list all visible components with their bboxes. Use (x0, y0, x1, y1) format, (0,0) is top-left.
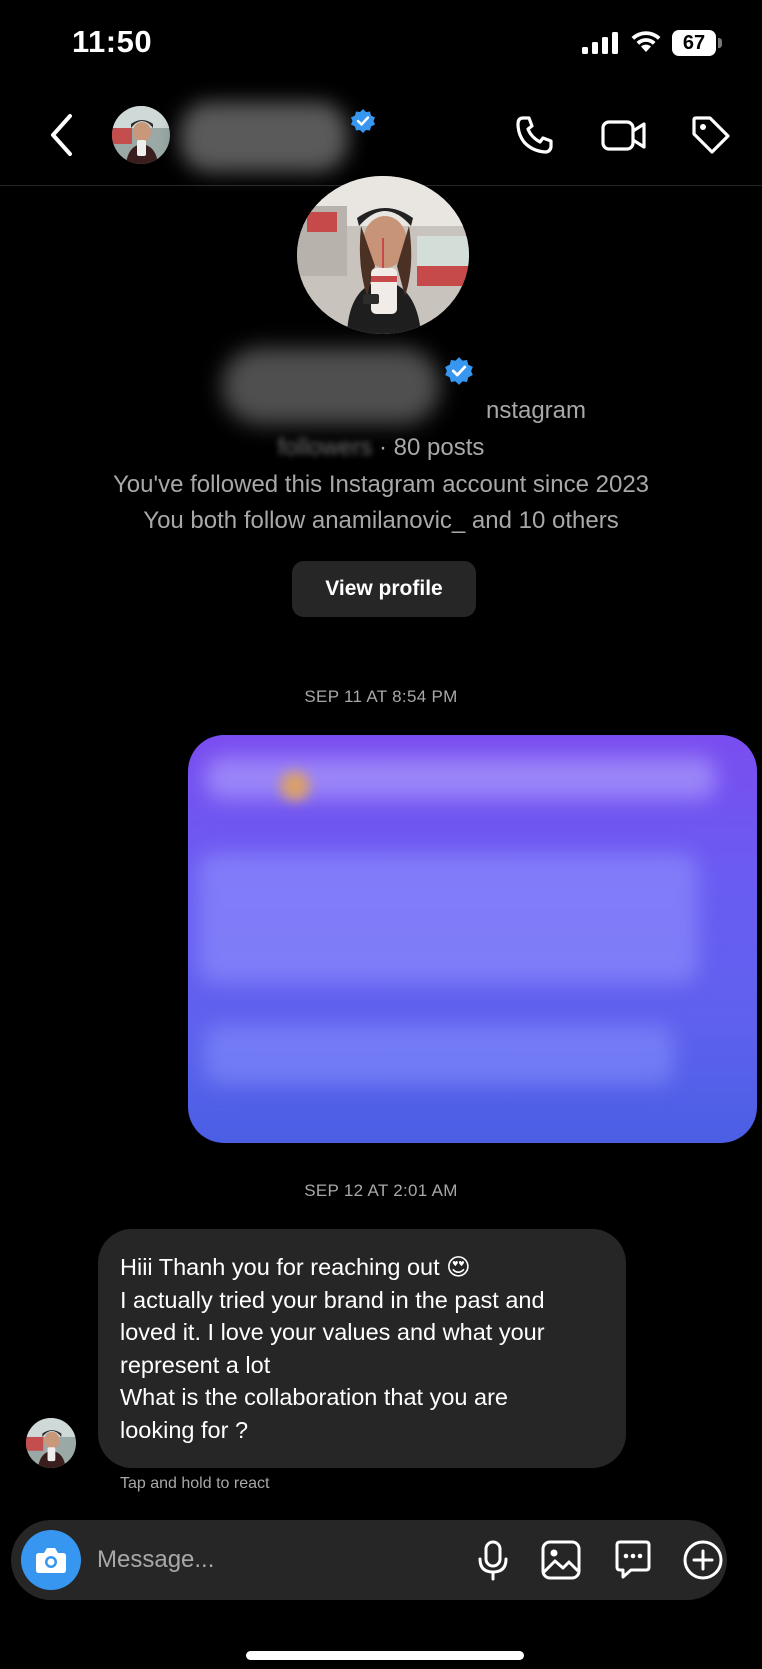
profile-avatar[interactable] (297, 176, 469, 334)
image-icon[interactable] (539, 1538, 583, 1582)
avatar-photo-icon (112, 106, 170, 164)
battery-icon: 67 (672, 30, 722, 56)
avatar-photo-icon (26, 1418, 76, 1468)
camera-icon (36, 1548, 66, 1573)
phone-icon[interactable] (514, 114, 556, 156)
message-line: Hiii Thanh you for reaching out 😍 (120, 1254, 471, 1280)
profile-photo-icon (297, 176, 469, 334)
plus-circle-icon[interactable] (681, 1538, 725, 1582)
react-hint-text: Tap and hold to react (120, 1475, 270, 1492)
mutual-followers-text: You both follow anamilanovic_ and 10 oth… (143, 507, 619, 534)
cellular-signal-icon (582, 32, 618, 54)
message-line: represent a lot (120, 1351, 271, 1378)
redacted-emoji (280, 771, 310, 801)
chat-header (0, 90, 762, 186)
sticker-chat-icon[interactable] (611, 1538, 655, 1582)
verified-badge-icon (445, 357, 473, 385)
video-camera-icon[interactable] (600, 114, 648, 156)
home-indicator[interactable] (246, 1651, 524, 1660)
verified-badge-icon (351, 109, 375, 133)
profile-username-line: nstagram (0, 397, 762, 425)
incoming-message-bubble[interactable]: Hiii Thanh you for reaching out 😍 I actu… (98, 1229, 626, 1468)
posts-count: · 80 posts (372, 434, 485, 461)
view-profile-button[interactable]: View profile (292, 561, 476, 617)
contact-name-redacted (180, 102, 348, 172)
battery-nub (718, 38, 722, 48)
redacted-paragraph (204, 1025, 674, 1085)
message-line: What is the collaboration that you are (120, 1384, 508, 1410)
message-timestamp: SEP 12 AT 2:01 AM (304, 1181, 458, 1200)
status-bar: 11:50 67 (0, 0, 762, 90)
clock-time: 11:50 (72, 24, 153, 59)
sender-avatar[interactable] (26, 1418, 76, 1468)
microphone-icon[interactable] (471, 1538, 515, 1582)
message-line: looking for ? (120, 1416, 249, 1443)
followers-count-redacted: followers (277, 434, 373, 461)
profile-counts-line: followers · 80 posts (0, 434, 762, 462)
avatar[interactable] (112, 106, 170, 164)
followed-since-text: You've followed this Instagram account s… (112, 471, 650, 498)
battery-level: 67 (682, 32, 706, 54)
message-input[interactable] (97, 1538, 437, 1582)
camera-button[interactable] (21, 1530, 81, 1590)
tag-icon[interactable] (690, 114, 732, 156)
message-composer (11, 1520, 727, 1600)
message-timestamp: SEP 11 AT 8:54 PM (304, 687, 458, 706)
profile-username-suffix: nstagram (485, 397, 587, 424)
outgoing-message-redacted[interactable] (188, 735, 757, 1143)
message-line: I actually tried your brand in the past … (120, 1286, 545, 1313)
redacted-paragraph (198, 853, 698, 983)
message-line: loved it. I love your values and what yo… (120, 1319, 545, 1345)
chevron-left-icon[interactable] (44, 110, 78, 160)
wifi-icon (631, 31, 661, 52)
